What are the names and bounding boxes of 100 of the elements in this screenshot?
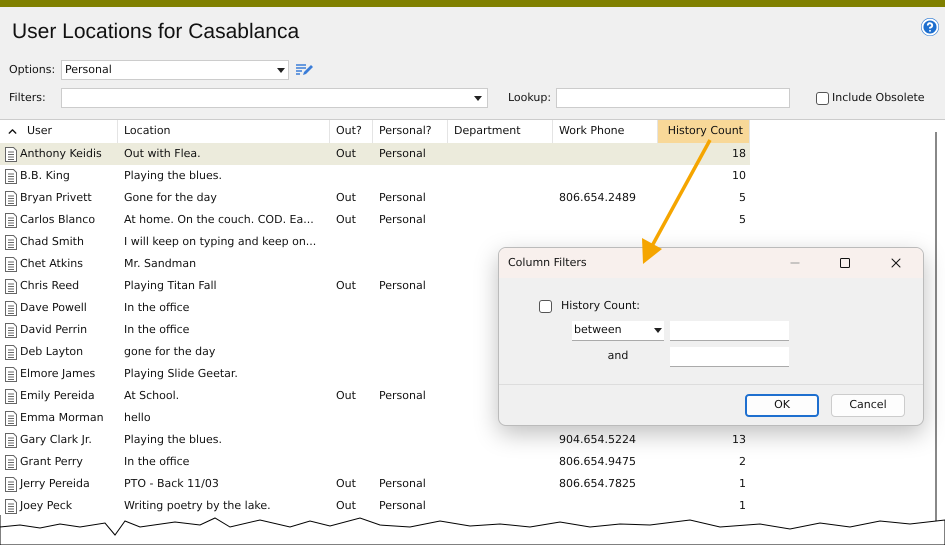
dropdown-arrow-icon	[277, 68, 285, 72]
table-cell-text: Out	[336, 278, 356, 294]
history-count-label: History Count:	[561, 298, 640, 314]
table-cell-text: Emma Morman	[20, 410, 104, 426]
and-label: and	[606, 348, 630, 364]
table-cell-text: Personal	[379, 388, 426, 404]
include-obsolete-checkbox[interactable]	[816, 92, 829, 104]
table-row[interactable]: Carlos Blanco At home. On the couch. COD. Ea... Out Personal 5	[0, 209, 750, 231]
table-cell-text: Out	[336, 146, 356, 162]
upper-bound-field[interactable]	[670, 346, 789, 366]
options-dropdown[interactable]: Personal	[61, 60, 289, 80]
table-row[interactable]: Joey Peck Writing poetry by the lake. Out Personal 1	[0, 495, 750, 517]
table-cell-text: PTO - Back 11/03	[124, 476, 219, 492]
table-cell-text: hello	[124, 410, 151, 426]
table-cell-text: Out	[336, 388, 356, 404]
table-row[interactable]: Bryan Privett Gone for the day Out Personal 806.654.2489 5	[0, 187, 750, 209]
table-row[interactable]: Chad Smith I will keep on typing and keep on...	[0, 231, 750, 253]
table-cell-text: Playing Titan Fall	[124, 278, 217, 294]
document-icon	[5, 454, 17, 470]
table-cell-text: Chris Reed	[20, 278, 80, 294]
table-cell-text: At home. On the couch. COD. Ea...	[124, 212, 314, 228]
table-cell-text: Personal	[379, 146, 426, 162]
lower-bound-field[interactable]	[670, 320, 789, 340]
table-cell-text: 1	[739, 498, 746, 514]
filters-label: Filters:	[9, 90, 47, 106]
maximize-icon[interactable]	[839, 257, 851, 269]
table-cell-text: Writing poetry by the lake.	[124, 498, 271, 514]
table-cell-text: Personal	[379, 498, 426, 514]
dialog-button[interactable]: OK	[745, 394, 819, 416]
dialog-button[interactable]: Cancel	[831, 394, 905, 416]
table-cell-text: 5	[739, 212, 746, 228]
table-cell-text: In the office	[124, 322, 190, 338]
table-cell-text: Chet Atkins	[20, 256, 84, 272]
document-icon	[5, 300, 17, 316]
window-title: User Locations for Casablanca	[12, 19, 300, 45]
operator-dropdown[interactable]: between	[572, 320, 664, 340]
table-cell-text: Playing Slide Geetar.	[124, 366, 238, 382]
options-label: Options:	[9, 62, 55, 78]
table-cell-text: Playing the blues.	[124, 432, 222, 448]
lookup-field[interactable]	[556, 88, 790, 108]
table-cell-text: Deb Layton	[20, 344, 84, 360]
table-cell-text: Gone for the day	[124, 190, 217, 206]
table-cell-text: Personal	[379, 476, 426, 492]
table-cell-text: 2	[739, 454, 746, 470]
document-icon	[5, 344, 17, 360]
table-row[interactable]: Anthony Keidis Out with Flea. Out Personal 18	[0, 143, 750, 165]
document-icon	[5, 410, 17, 426]
table-cell-text: Dave Powell	[20, 300, 87, 316]
document-icon	[5, 168, 17, 184]
table-cell-text: Joey Peck	[20, 498, 72, 514]
table-cell-text: In the office	[124, 300, 190, 316]
table-cell-text: Out	[336, 498, 356, 514]
document-icon	[5, 476, 17, 492]
table-cell-text: Out with Flea.	[124, 146, 201, 162]
table-cell-text: Carlos Blanco	[20, 212, 96, 228]
table-row[interactable]: Grant Perry In the office 806.654.9475 2	[0, 451, 750, 473]
table-row[interactable]: Chris Reed Playing Titan Fall Out Personal	[0, 275, 750, 297]
table-cell-text: Bryan Privett	[20, 190, 92, 206]
table-cell-text: 18	[732, 146, 746, 162]
document-icon	[5, 234, 17, 250]
table-cell-text: David Perrin	[20, 322, 88, 338]
table-cell-text: Out	[336, 212, 356, 228]
table-row[interactable]: B.B. King Playing the blues. 10	[0, 165, 750, 187]
table-cell-text: At School.	[124, 388, 180, 404]
document-icon	[5, 278, 17, 294]
edit-list-icon[interactable]	[295, 63, 313, 77]
table-cell-text: 5	[739, 190, 746, 206]
table-cell-text: Personal	[379, 278, 426, 294]
table-cell-text: 806.654.7825	[559, 476, 636, 492]
history-count-checkbox[interactable]	[539, 300, 552, 313]
table-row[interactable]: Gary Clark Jr. Playing the blues. 904.654.5224 13	[0, 429, 750, 451]
include-obsolete-label: Include Obsolete	[832, 90, 925, 106]
table-cell-text: Emily Pereida	[20, 388, 95, 404]
table-cell-text: gone for the day	[124, 344, 216, 360]
dropdown-arrow-icon	[474, 96, 482, 100]
table-cell-text: Jerry Pereida	[20, 476, 90, 492]
table-cell-text: 806.654.2489	[559, 190, 636, 206]
table-cell-text: In the office	[124, 454, 190, 470]
table-cell-text: B.B. King	[20, 168, 70, 184]
document-icon	[5, 366, 17, 382]
table-cell-text: 13	[732, 432, 746, 448]
table-cell-text: Chad Smith	[20, 234, 84, 250]
table-cell-text: Personal	[379, 212, 426, 228]
table-cell-text: 806.654.9475	[559, 454, 636, 470]
column-header[interactable]: History Count	[658, 120, 750, 143]
table-cell-text: Mr. Sandman	[124, 256, 196, 272]
table-cell-text: Gary Clark Jr.	[20, 432, 92, 448]
table-row[interactable]: Elmore James Playing Slide Geetar.	[0, 363, 750, 385]
table-cell-text: 1	[739, 476, 746, 492]
document-icon	[5, 388, 17, 404]
table-cell-text: I will keep on typing and keep on...	[124, 234, 316, 250]
help-icon[interactable]	[921, 18, 939, 36]
dropdown-arrow-icon	[654, 328, 662, 332]
table-cell-text: Anthony Keidis	[20, 146, 102, 162]
document-icon	[5, 256, 17, 272]
document-icon	[5, 146, 17, 162]
table-cell-text: Out	[336, 476, 356, 492]
table-cell-text: 904.654.5224	[559, 432, 636, 448]
lookup-label: Lookup:	[508, 90, 550, 106]
table-row[interactable]: Jerry Pereida PTO - Back 11/03 Out Personal 806.654.7825 1	[0, 473, 750, 495]
